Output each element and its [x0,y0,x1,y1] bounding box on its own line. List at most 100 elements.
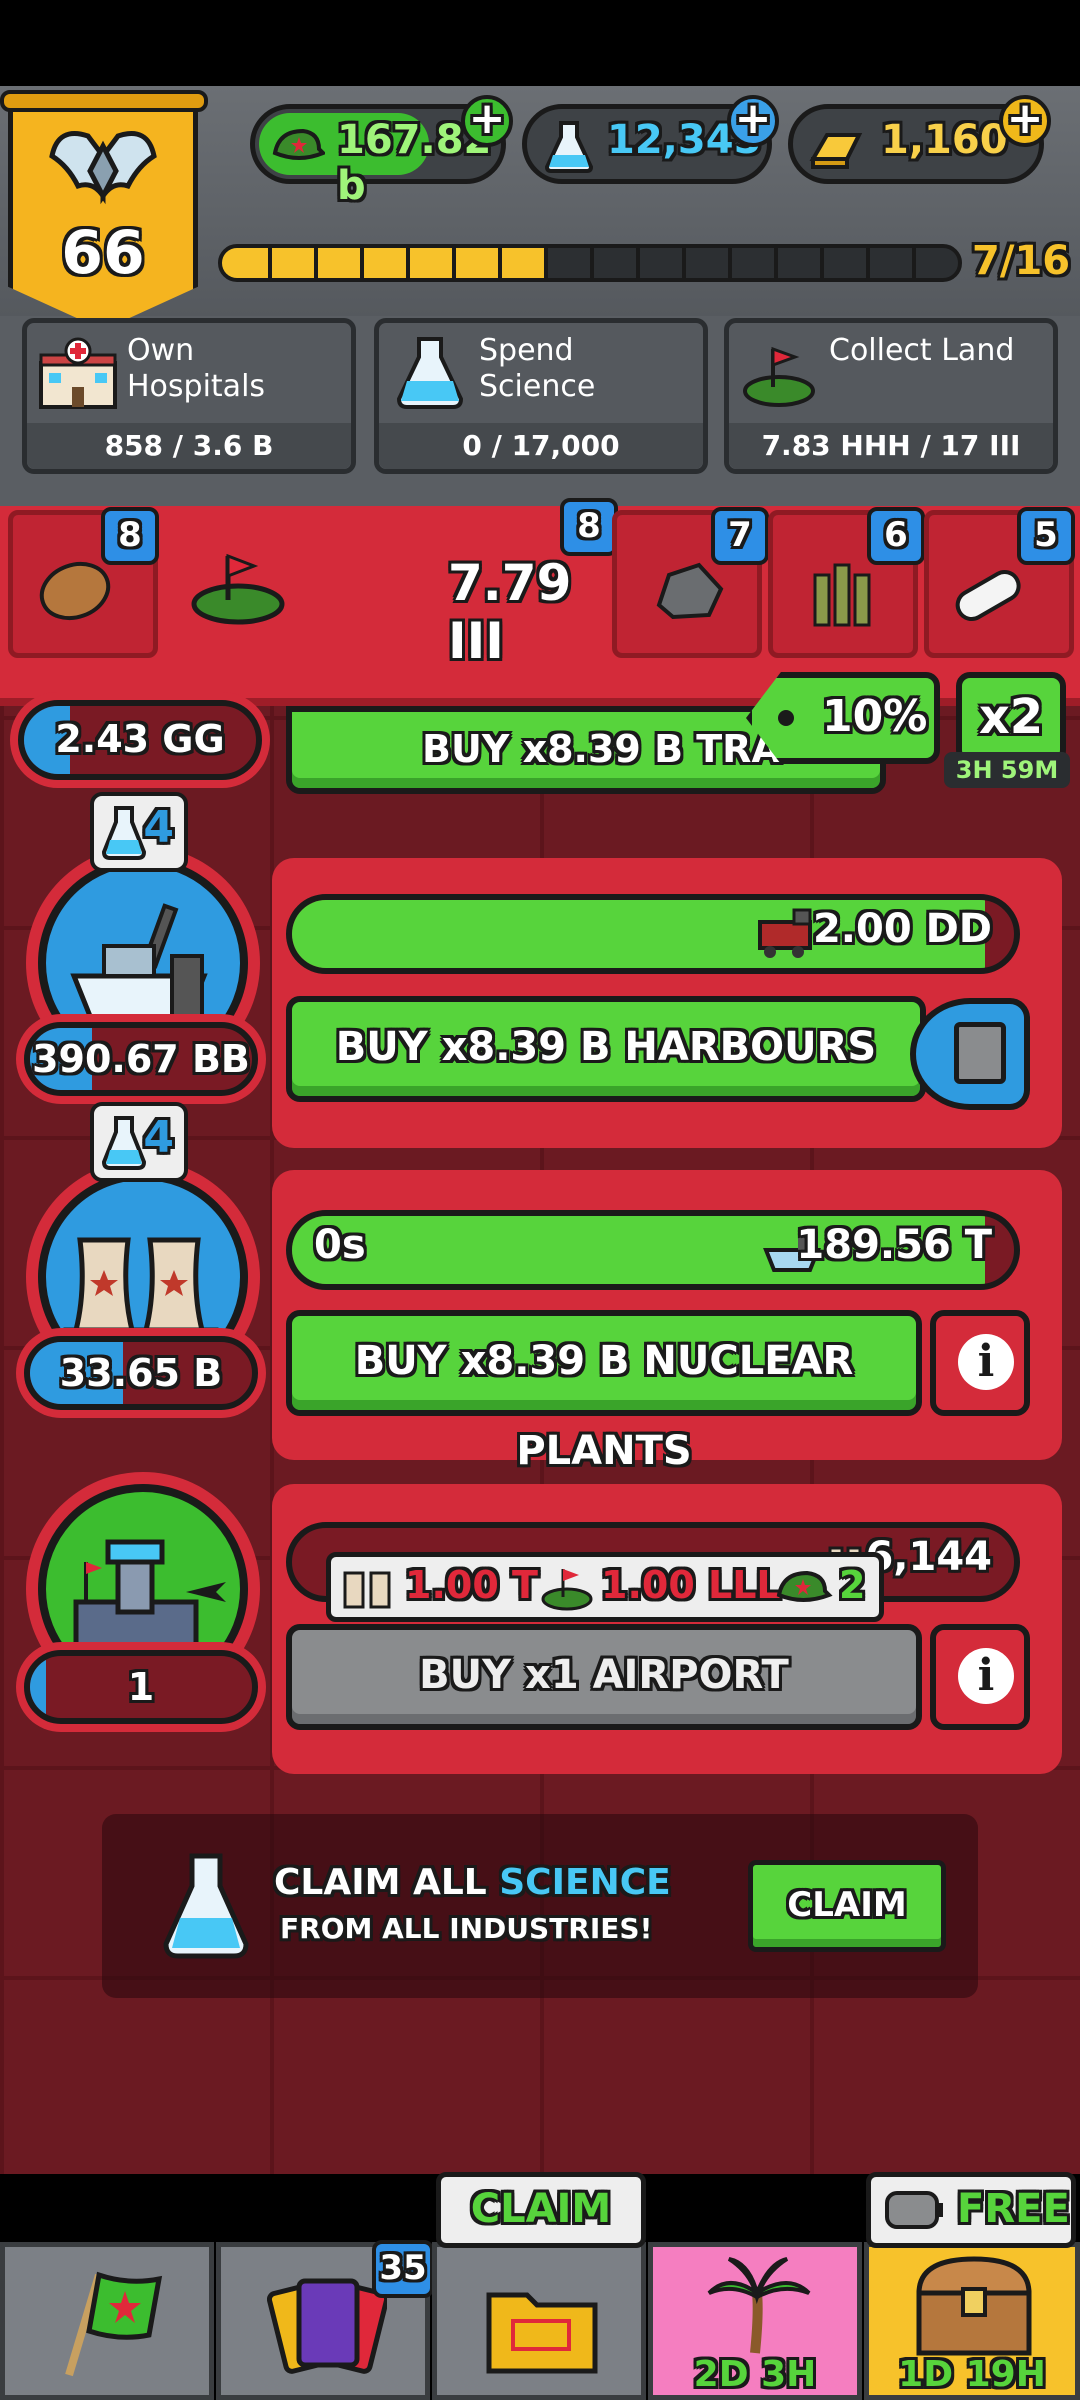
island-timer: 2D 3H [693,2354,817,2395]
tab-ammo[interactable]: 6 [768,507,925,658]
cost-cash: 2 [839,1563,866,1607]
tab-badge: 5 [1017,507,1075,565]
xp-segment-divider [820,248,824,278]
xp-segment-divider [406,248,410,278]
banner-rod [0,90,208,112]
potato-icon [39,561,111,621]
tab-badge: 6 [867,507,925,565]
free-text: FREE [957,2186,1070,2232]
mission-header: Spend Science [379,323,703,425]
industry-list[interactable]: 8 7.79 III 8 7 6 5 BUY x8.39 B TRA 2.43 … [0,498,1080,2174]
xp-segment-divider [636,248,640,278]
boost-percent-tag[interactable]: 10% [746,672,940,764]
card-icon [954,1022,1006,1084]
mission-own-hospitals[interactable]: Own Hospitals 858 / 3.6 B [22,318,356,474]
nav-chest[interactable]: 1D 19H [864,2242,1080,2400]
tab-ore[interactable]: 7 [612,507,769,658]
land-flag-icon [191,553,285,625]
add-cash-button[interactable]: + [461,95,513,147]
cost-plants: 1.00 T [405,1563,538,1607]
player-level: 66 [61,218,145,288]
xp-segment-divider [268,248,272,278]
battery-icon [885,2191,943,2229]
mission-header: Collect Land [729,323,1053,425]
gold-counter[interactable]: 1,160 + [788,95,1051,184]
gold-bar-icon [809,133,863,169]
add-science-button[interactable]: + [727,95,779,147]
count-text: 390.67 BB [32,1037,250,1081]
science-badge-value: 4 [143,802,174,853]
flask-icon [102,1116,146,1170]
army-cap-icon [272,128,325,160]
mission-progress: 0 / 17,000 [379,423,703,469]
tab-potato[interactable]: 8 [8,507,159,658]
wings-rank-icon [49,131,157,205]
nav-island-event[interactable]: 2D 3H [648,2242,862,2400]
claim-subtitle: FROM ALL INDUSTRIES! [280,1912,653,1945]
tag-hole [778,710,794,726]
xp-segment-divider [360,248,364,278]
mission-label: Spend Science [479,333,596,404]
auto-upgrade-button[interactable] [910,998,1030,1110]
xp-segment-divider [912,248,916,278]
bottom-nav: 35 CLAIM 2D 3H 1D 19H FREE [0,2172,1080,2400]
harbours-count: 390.67 BB [24,1022,258,1096]
mission-collect-land[interactable]: Collect Land 7.83 HHH / 17 III [724,318,1058,474]
trains-count: 2.43 GG [18,700,262,780]
nav-flag[interactable] [0,2242,214,2400]
airport-cost-bubble: 1.00 T 1.00 LLL 2 [326,1552,884,1622]
tab-badge: 7 [711,507,769,565]
nuclear-info-button[interactable]: i [930,1310,1030,1416]
treasure-chest-icon [916,2256,1032,2356]
pill-icon [955,570,1021,621]
buy-harbours-button[interactable]: BUY x8.39 B HARBOURS [286,996,926,1102]
count-text: 33.65 B [59,1351,223,1395]
airport-count: 1 [24,1650,258,1724]
mission-label: Own Hospitals [127,333,266,404]
progress-time: 0s [314,1222,366,1268]
claim-title: CLAIM ALL SCIENCE [274,1862,671,1903]
progress-value: 2.00 DD [812,906,992,952]
science-badge-value: 4 [143,1112,174,1163]
tab-land-selected[interactable]: 7.79 III 8 [160,498,618,670]
xp-segment-divider [452,248,456,278]
xp-segment-divider [774,248,778,278]
xp-segment-divider [544,248,548,278]
science-badge: 4 [90,1102,188,1182]
science-counter[interactable]: 12,345 + [522,95,779,184]
cards-badge: 35 [372,2240,434,2298]
xp-progress-text: 7/16 [972,238,1071,284]
claim-all-science-banner: CLAIM ALL SCIENCE FROM ALL INDUSTRIES! C… [102,1814,978,1998]
palm-tree-icon [707,2257,811,2354]
mission-header: Own Hospitals [27,323,351,425]
mission-spend-science[interactable]: Spend Science 0 / 17,000 [374,318,708,474]
xp-segment-divider [728,248,732,278]
free-chest-label[interactable]: FREE [866,2172,1076,2248]
add-gold-button[interactable]: + [999,95,1051,147]
flask-icon [544,121,594,173]
land-flag-icon [541,1569,593,1611]
nav-folder[interactable] [432,2242,646,2400]
count-text: 2.43 GG [55,717,225,761]
gold-value: 1,160 [881,117,1008,163]
tab-badge: 8 [101,507,159,565]
xp-segment-divider [498,248,502,278]
cost-land: 1.00 LLL [601,1563,781,1607]
buy-airport-button[interactable]: BUY x1 AIRPORT [286,1624,922,1730]
nuclear-count: 33.65 B [24,1336,258,1410]
xp-segment-divider [866,248,870,278]
airport-info-button[interactable]: i [930,1624,1030,1730]
x2-multiplier-button[interactable]: x2 [956,672,1066,764]
cash-counter[interactable]: 167.82 b + [250,95,513,209]
info-icon: i [958,1648,1014,1704]
harbours-progress: 2.00 DD [286,894,1020,974]
folder-claim-label[interactable]: CLAIM [436,2172,646,2248]
buy-nuclear-plants-button[interactable]: BUY x8.39 B NUCLEAR PLANTS [286,1310,922,1474]
tab-pills[interactable]: 5 [924,507,1075,658]
cards-icon [267,2278,387,2374]
info-icon: i [958,1334,1014,1390]
count-text: 1 [127,1665,155,1709]
mission-progress: 7.83 HHH / 17 III [729,423,1053,469]
land-flag-icon [743,346,815,407]
claim-science-button[interactable]: CLAIM [748,1860,946,1952]
